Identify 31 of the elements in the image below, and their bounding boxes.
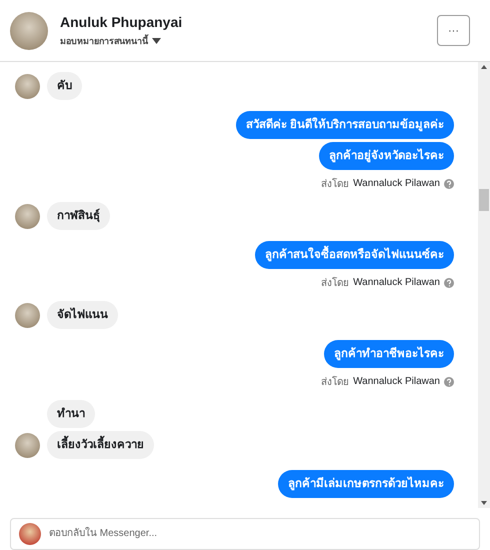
contact-avatar [15, 74, 40, 98]
assign-conversation-dropdown[interactable]: มอบหมายการสนทนานี้ [60, 34, 437, 48]
sender-name: Wannaluck Pilawan [353, 277, 440, 288]
sender-name: Wannaluck Pilawan [353, 376, 440, 387]
incoming-message: กาฬสินธุ์ [47, 202, 110, 230]
page-avatar [19, 523, 41, 545]
contact-avatar [15, 204, 40, 228]
contact-avatar [15, 432, 40, 458]
contact-name: Anuluk Phupanyai [60, 14, 184, 30]
contact-avatar [15, 302, 40, 328]
outgoing-message: ลูกค้าอยู่จังหวัดอะไรคะ [319, 142, 454, 170]
outgoing-message: ลูกค้าทำอาชีพอะไรคะ [324, 340, 454, 368]
caret-icon [152, 38, 161, 44]
help-icon[interactable] [444, 178, 454, 188]
outgoing-message: ลูกค้ามีเล่มเกษตรกรด้วยไหมคะ [278, 470, 454, 498]
incoming-message: คับ [47, 72, 82, 100]
profile-photo [10, 12, 48, 50]
sender-name: Wannaluck Pilawan [353, 178, 440, 189]
outgoing-message: ลูกค้าสนใจซื้อสดหรือจัดไฟแนนซ์คะ [255, 241, 454, 269]
sent-by-label: ส่งโดย [321, 177, 350, 191]
incoming-message: ทำนา [47, 400, 95, 428]
scrollbar-thumb[interactable] [479, 189, 489, 211]
sent-by-label: ส่งโดย [321, 276, 350, 290]
more-button[interactable]: ··· [437, 15, 470, 46]
help-icon[interactable] [444, 278, 454, 288]
help-icon[interactable] [444, 376, 454, 386]
sent-by-label: ส่งโดย [321, 375, 350, 389]
incoming-message: จัดไฟแนน [47, 301, 118, 329]
reply-box[interactable]: ตอบกลับใน Messenger... [10, 518, 480, 550]
incoming-message: เลี้ยงวัวเลี้ยงควาย [47, 431, 154, 459]
outgoing-message: สวัสดีค่ะ ยินดีให้บริการสอบถามข้อมูลค่ะ [236, 111, 454, 139]
